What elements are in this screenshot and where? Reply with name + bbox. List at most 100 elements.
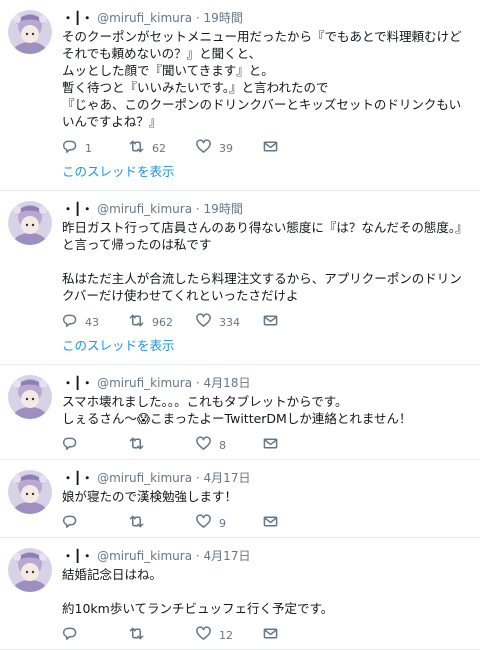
reply-button[interactable]: 43 [62, 313, 129, 331]
dm-button[interactable] [263, 626, 330, 644]
display-name[interactable]: ・┃・ [62, 202, 93, 216]
retweet-icon [129, 514, 144, 532]
mail-icon [263, 139, 278, 157]
avatar[interactable] [8, 201, 52, 245]
like-icon [196, 139, 211, 157]
tweet-text: 娘が寝たので漢検勉強します！ [62, 488, 470, 505]
retweet-button[interactable] [129, 626, 196, 644]
timestamp[interactable]: 19時間 [204, 202, 243, 216]
tweet-actions: 8 [62, 431, 470, 459]
retweet-icon [129, 626, 144, 644]
reply-icon [62, 436, 77, 454]
tweet[interactable]: ・┃・ @mirufi_kimura · 4月17日 結婚記念日はね。 約10k… [0, 538, 480, 650]
display-name[interactable]: ・┃・ [62, 376, 93, 390]
reply-icon [62, 313, 77, 331]
like-icon [196, 313, 211, 331]
tweet-header: ・┃・ @mirufi_kimura · 4月17日 [62, 548, 470, 564]
dm-button[interactable] [263, 139, 330, 157]
like-button[interactable]: 8 [196, 436, 263, 454]
like-count: 12 [219, 628, 233, 642]
retweet-button[interactable] [129, 436, 196, 454]
like-count: 9 [219, 516, 226, 530]
avatar[interactable] [8, 470, 52, 514]
tweet-header: ・┃・ @mirufi_kimura · 4月17日 [62, 470, 470, 486]
handle[interactable]: @mirufi_kimura [97, 471, 192, 485]
tweet-header: ・┃・ @mirufi_kimura · 19時間 [62, 201, 470, 217]
avatar[interactable] [8, 375, 52, 419]
separator: · [195, 549, 200, 563]
tweet-text: スマホ壊れました。。。これもタブレットからです。しぇるさん〜😱こまったよーTwi… [62, 393, 470, 427]
display-name[interactable]: ・┃・ [62, 549, 93, 563]
dm-button[interactable] [263, 313, 330, 331]
retweet-icon [129, 313, 144, 331]
handle[interactable]: @mirufi_kimura [97, 202, 192, 216]
like-icon [196, 436, 211, 454]
like-icon [196, 626, 211, 644]
like-count: 8 [219, 438, 226, 452]
tweet-line: 暫く待つと『いいみたいです。』と言われたので [62, 80, 329, 95]
reply-button[interactable]: 1 [62, 139, 129, 157]
retweet-button[interactable] [129, 514, 196, 532]
like-button[interactable]: 9 [196, 514, 263, 532]
timestamp[interactable]: 19時間 [204, 11, 243, 25]
handle[interactable]: @mirufi_kimura [97, 11, 192, 25]
tweet-line: 昨日ガスト行って店員さんのあり得ない態度に『は？なんだその態度。』と言って帰った… [62, 220, 468, 252]
like-button[interactable]: 39 [196, 139, 263, 157]
reply-icon [62, 514, 77, 532]
reply-icon [62, 626, 77, 644]
retweet-count: 62 [152, 141, 166, 155]
tweet-header: ・┃・ @mirufi_kimura · 4月18日 [62, 375, 470, 391]
separator: · [195, 11, 200, 25]
like-button[interactable]: 334 [196, 313, 263, 331]
tweet[interactable]: ・┃・ @mirufi_kimura · 19時間 そのクーポンがセットメニュー… [0, 0, 480, 191]
tweet[interactable]: ・┃・ @mirufi_kimura · 4月18日 スマホ壊れました。。。これ… [0, 365, 480, 460]
tweet-line [62, 253, 470, 270]
timestamp[interactable]: 4月17日 [204, 549, 251, 563]
timestamp[interactable]: 4月17日 [204, 471, 251, 485]
reply-button[interactable] [62, 514, 129, 532]
tweet-text: そのクーポンがセットメニュー用だったから『でもあとで料理頼むけどそれでも頼めない… [62, 28, 470, 130]
avatar[interactable] [8, 10, 52, 54]
tweet-line [62, 583, 470, 600]
like-button[interactable]: 12 [196, 626, 263, 644]
separator: · [195, 471, 200, 485]
reply-button[interactable] [62, 626, 129, 644]
reply-button[interactable] [62, 436, 129, 454]
show-thread-link[interactable]: このスレッドを表示 [62, 162, 470, 190]
tweet[interactable]: ・┃・ @mirufi_kimura · 4月17日 娘が寝たので漢検勉強します… [0, 460, 480, 538]
retweet-count: 962 [152, 315, 173, 329]
dm-button[interactable] [263, 514, 330, 532]
timestamp[interactable]: 4月18日 [204, 376, 251, 390]
retweet-button[interactable]: 62 [129, 139, 196, 157]
tweet-actions: 12 [62, 621, 470, 649]
tweet-line: 娘が寝たので漢検勉強します！ [62, 489, 238, 504]
display-name[interactable]: ・┃・ [62, 471, 93, 485]
tweet-actions: 43 962 334 [62, 308, 470, 336]
handle[interactable]: @mirufi_kimura [97, 549, 192, 563]
tweet-line: スマホ壊れました。。。これもタブレットからです。 [62, 394, 348, 409]
dm-button[interactable] [263, 436, 330, 454]
tweet-line: 『じゃあ、このクーポンのドリンクバーとキッズセットのドリンクもいいんですよね？』 [62, 97, 462, 129]
tweet[interactable]: ・┃・ @mirufi_kimura · 19時間 昨日ガスト行って店員さんのあ… [0, 191, 480, 365]
reply-icon [62, 139, 77, 157]
mail-icon [263, 626, 278, 644]
mail-icon [263, 313, 278, 331]
avatar[interactable] [8, 548, 52, 592]
tweet-line: 結婚記念日はね。 [62, 567, 163, 582]
tweet-line: そのクーポンがセットメニュー用だったから『でもあとで料理頼むけどそれでも頼めない… [62, 29, 462, 61]
handle[interactable]: @mirufi_kimura [97, 376, 192, 390]
tweet-actions: 1 62 39 [62, 134, 470, 162]
retweet-button[interactable]: 962 [129, 313, 196, 331]
like-icon [196, 514, 211, 532]
tweet-actions: 9 [62, 509, 470, 537]
like-count: 334 [219, 315, 240, 329]
show-thread-link[interactable]: このスレッドを表示 [62, 336, 470, 364]
separator: · [195, 376, 200, 390]
tweet-line: 約10km歩いてランチビュッフェ行く予定です。 [62, 601, 334, 616]
tweet-line: しぇるさん〜😱こまったよーTwitterDMしか連絡とれません！ [62, 411, 412, 426]
retweet-icon [129, 139, 144, 157]
display-name[interactable]: ・┃・ [62, 11, 93, 25]
tweet-line: ムッとした顔で『聞いてきます』と。 [62, 63, 274, 78]
separator: · [195, 202, 200, 216]
tweet-header: ・┃・ @mirufi_kimura · 19時間 [62, 10, 470, 26]
